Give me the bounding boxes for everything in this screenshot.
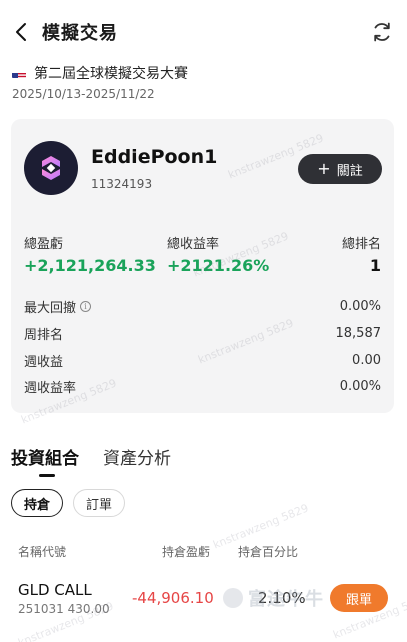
page-title: 模擬交易 bbox=[42, 23, 118, 44]
total-pl-label: 總盈虧 bbox=[24, 237, 64, 252]
back-button[interactable] bbox=[8, 18, 34, 46]
total-return-label: 總收益率 bbox=[167, 237, 220, 252]
contest-dates: 2025/10/13-2025/11/22 bbox=[12, 87, 155, 101]
subtab-holdings[interactable]: 持倉 bbox=[11, 489, 64, 517]
total-pl-value: +2,121,264.33 bbox=[24, 256, 156, 275]
metric-weekly-rank: 周排名 18,587 bbox=[24, 323, 381, 343]
tab-portfolio[interactable]: 投資組合 bbox=[11, 444, 79, 477]
profile-card: EddiePoon1 11324193 + 關註 總盈虧 +2,121,264.… bbox=[11, 119, 394, 413]
contest-name: 第二屆全球模擬交易大賽 bbox=[34, 66, 188, 82]
sub-tabs: 持倉 訂單 bbox=[11, 489, 135, 517]
position-detail: 251031 430.00 bbox=[18, 602, 110, 616]
main-tabs: 投資組合 資產分析 bbox=[11, 444, 195, 477]
follow-button[interactable]: + 關註 bbox=[298, 154, 382, 184]
column-header-name: 名稱代號 bbox=[18, 545, 67, 559]
metric-value: 0.00% bbox=[339, 378, 381, 394]
user-id: 11324193 bbox=[91, 177, 153, 191]
contest-info: 第二屆全球模擬交易大賽 2025/10/13-2025/11/22 bbox=[12, 62, 392, 101]
follow-order-button[interactable]: 跟單 bbox=[330, 584, 388, 612]
avatar[interactable] bbox=[24, 141, 78, 195]
username: EddiePoon1 bbox=[91, 146, 218, 168]
tab-asset-analysis[interactable]: 資產分析 bbox=[103, 444, 171, 477]
position-pl: -44,906.10 bbox=[132, 589, 214, 607]
total-rank-label: 總排名 bbox=[341, 237, 381, 252]
metric-label: 週收益 bbox=[24, 354, 64, 370]
position-pct: 2.10% bbox=[258, 589, 306, 607]
follow-label: 關註 bbox=[336, 163, 363, 179]
metric-value: 18,587 bbox=[335, 325, 382, 341]
refresh-icon bbox=[374, 22, 390, 42]
position-name: GLD CALL bbox=[18, 581, 92, 599]
total-rank-value: 1 bbox=[369, 256, 381, 275]
total-return-value: +2121.26% bbox=[167, 256, 270, 275]
us-flag-icon bbox=[12, 68, 26, 78]
avatar-logo-icon bbox=[42, 156, 60, 180]
info-icon[interactable]: i bbox=[80, 300, 92, 312]
metric-weekly-return: 週收益 0.00 bbox=[24, 350, 381, 370]
chevron-left-icon bbox=[16, 23, 26, 41]
metric-max-drawdown: 最大回撤 i 0.00% bbox=[24, 296, 381, 316]
metric-weekly-return-rate: 週收益率 0.00% bbox=[24, 376, 381, 396]
metric-value: 0.00 bbox=[352, 352, 381, 368]
plus-icon: + bbox=[317, 159, 331, 178]
metric-value: 0.00% bbox=[339, 298, 381, 314]
metric-label: 周排名 bbox=[24, 327, 64, 343]
metric-label: 週收益率 bbox=[24, 380, 77, 396]
column-header-pl: 持倉盈虧 bbox=[162, 545, 211, 559]
refresh-button[interactable] bbox=[369, 18, 395, 46]
bull-logo-icon bbox=[223, 588, 243, 608]
column-header-pct: 持倉百分比 bbox=[238, 545, 299, 559]
metric-label: 最大回撤 bbox=[24, 300, 77, 316]
subtab-orders[interactable]: 訂單 bbox=[73, 489, 126, 517]
top-bar: 模擬交易 bbox=[0, 0, 407, 62]
